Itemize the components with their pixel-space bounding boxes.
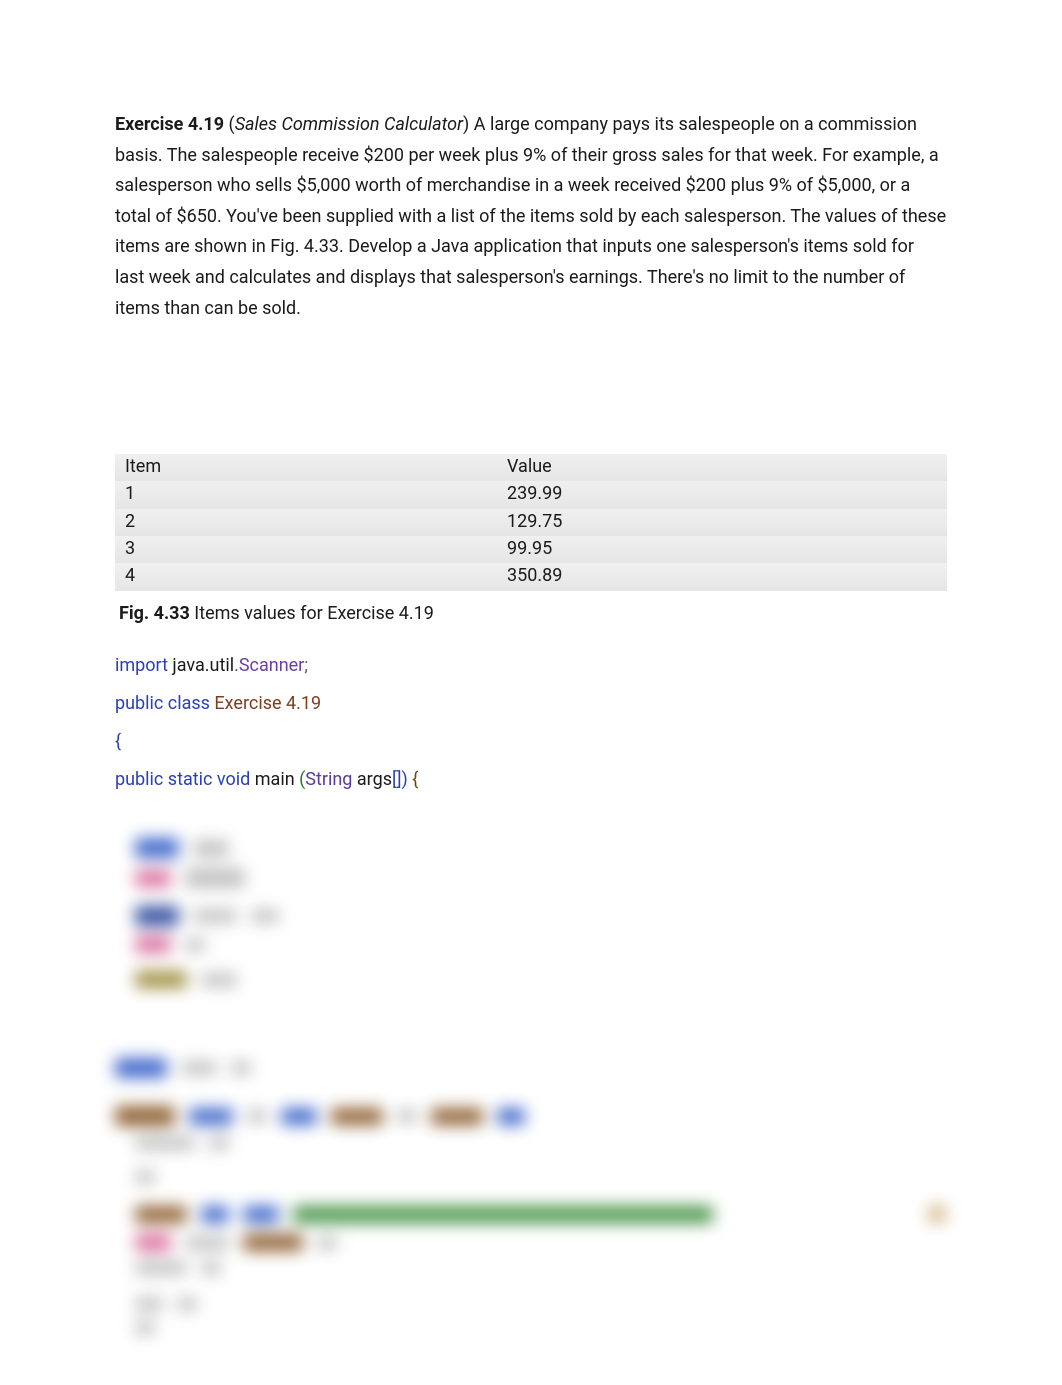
table-cell-value: 350.89 <box>505 564 947 588</box>
exercise-body: ) A large company pays its salespeople o… <box>115 114 946 319</box>
code-token: args <box>352 769 392 790</box>
table-row: 2 129.75 <box>115 509 947 536</box>
table-row: 4 350.89 <box>115 563 947 590</box>
table-row: 1 239.99 <box>115 481 947 508</box>
code-token: import <box>115 655 168 676</box>
code-line-import: import java.util.Scanner; <box>115 647 947 685</box>
code-token: public <box>115 769 168 790</box>
blurred-block-2 <box>115 1058 947 1335</box>
table-cell-item: 4 <box>115 564 505 588</box>
table-header-item: Item <box>115 455 505 479</box>
table-header-value: Value <box>505 455 947 479</box>
code-token: class <box>163 693 210 714</box>
figure-caption-text: Items values for Exercise 4.19 <box>190 603 434 624</box>
table-cell-value: 239.99 <box>505 482 947 506</box>
code-token: public <box>115 693 163 714</box>
exercise-label: Exercise 4.19 <box>115 114 224 135</box>
code-token: static <box>168 769 217 790</box>
table-cell-item: 1 <box>115 482 505 506</box>
figure-caption: Fig. 4.33 Items values for Exercise 4.19 <box>119 599 947 630</box>
code-token: void <box>217 769 250 790</box>
table-row: 3 99.95 <box>115 536 947 563</box>
blurred-code-region <box>115 838 947 1335</box>
code-line-class-decl: public class Exercise 4.19 <box>115 685 947 723</box>
code-token: ; <box>304 655 308 676</box>
code-token: Scanner <box>239 655 304 676</box>
code-token: { <box>412 769 418 790</box>
table-header-row: Item Value <box>115 454 947 481</box>
blurred-block-1 <box>115 838 947 988</box>
table-cell-item: 2 <box>115 510 505 534</box>
code-token: [] <box>392 769 402 790</box>
table-cell-item: 3 <box>115 537 505 561</box>
table-cell-value: 129.75 <box>505 510 947 534</box>
items-table: Item Value 1 239.99 2 129.75 3 99.95 4 3… <box>115 454 947 590</box>
code-token: String <box>305 769 352 790</box>
exercise-subtitle: Sales Commission Calculator <box>235 114 463 135</box>
exercise-paragraph: Exercise 4.19 (Sales Commission Calculat… <box>115 110 947 324</box>
code-token: Exercise 4.19 <box>210 693 321 714</box>
table-cell-value: 99.95 <box>505 537 947 561</box>
code-block: import java.util.Scanner; public class E… <box>115 647 947 798</box>
code-token: { <box>115 731 121 752</box>
code-token: util <box>210 655 235 676</box>
code-token: java <box>168 655 205 676</box>
code-line-open-brace: { <box>115 723 947 761</box>
figure-caption-label: Fig. 4.33 <box>119 603 190 624</box>
code-line-main: public static void main (String args[]) … <box>115 761 947 799</box>
code-token: main <box>250 769 299 790</box>
